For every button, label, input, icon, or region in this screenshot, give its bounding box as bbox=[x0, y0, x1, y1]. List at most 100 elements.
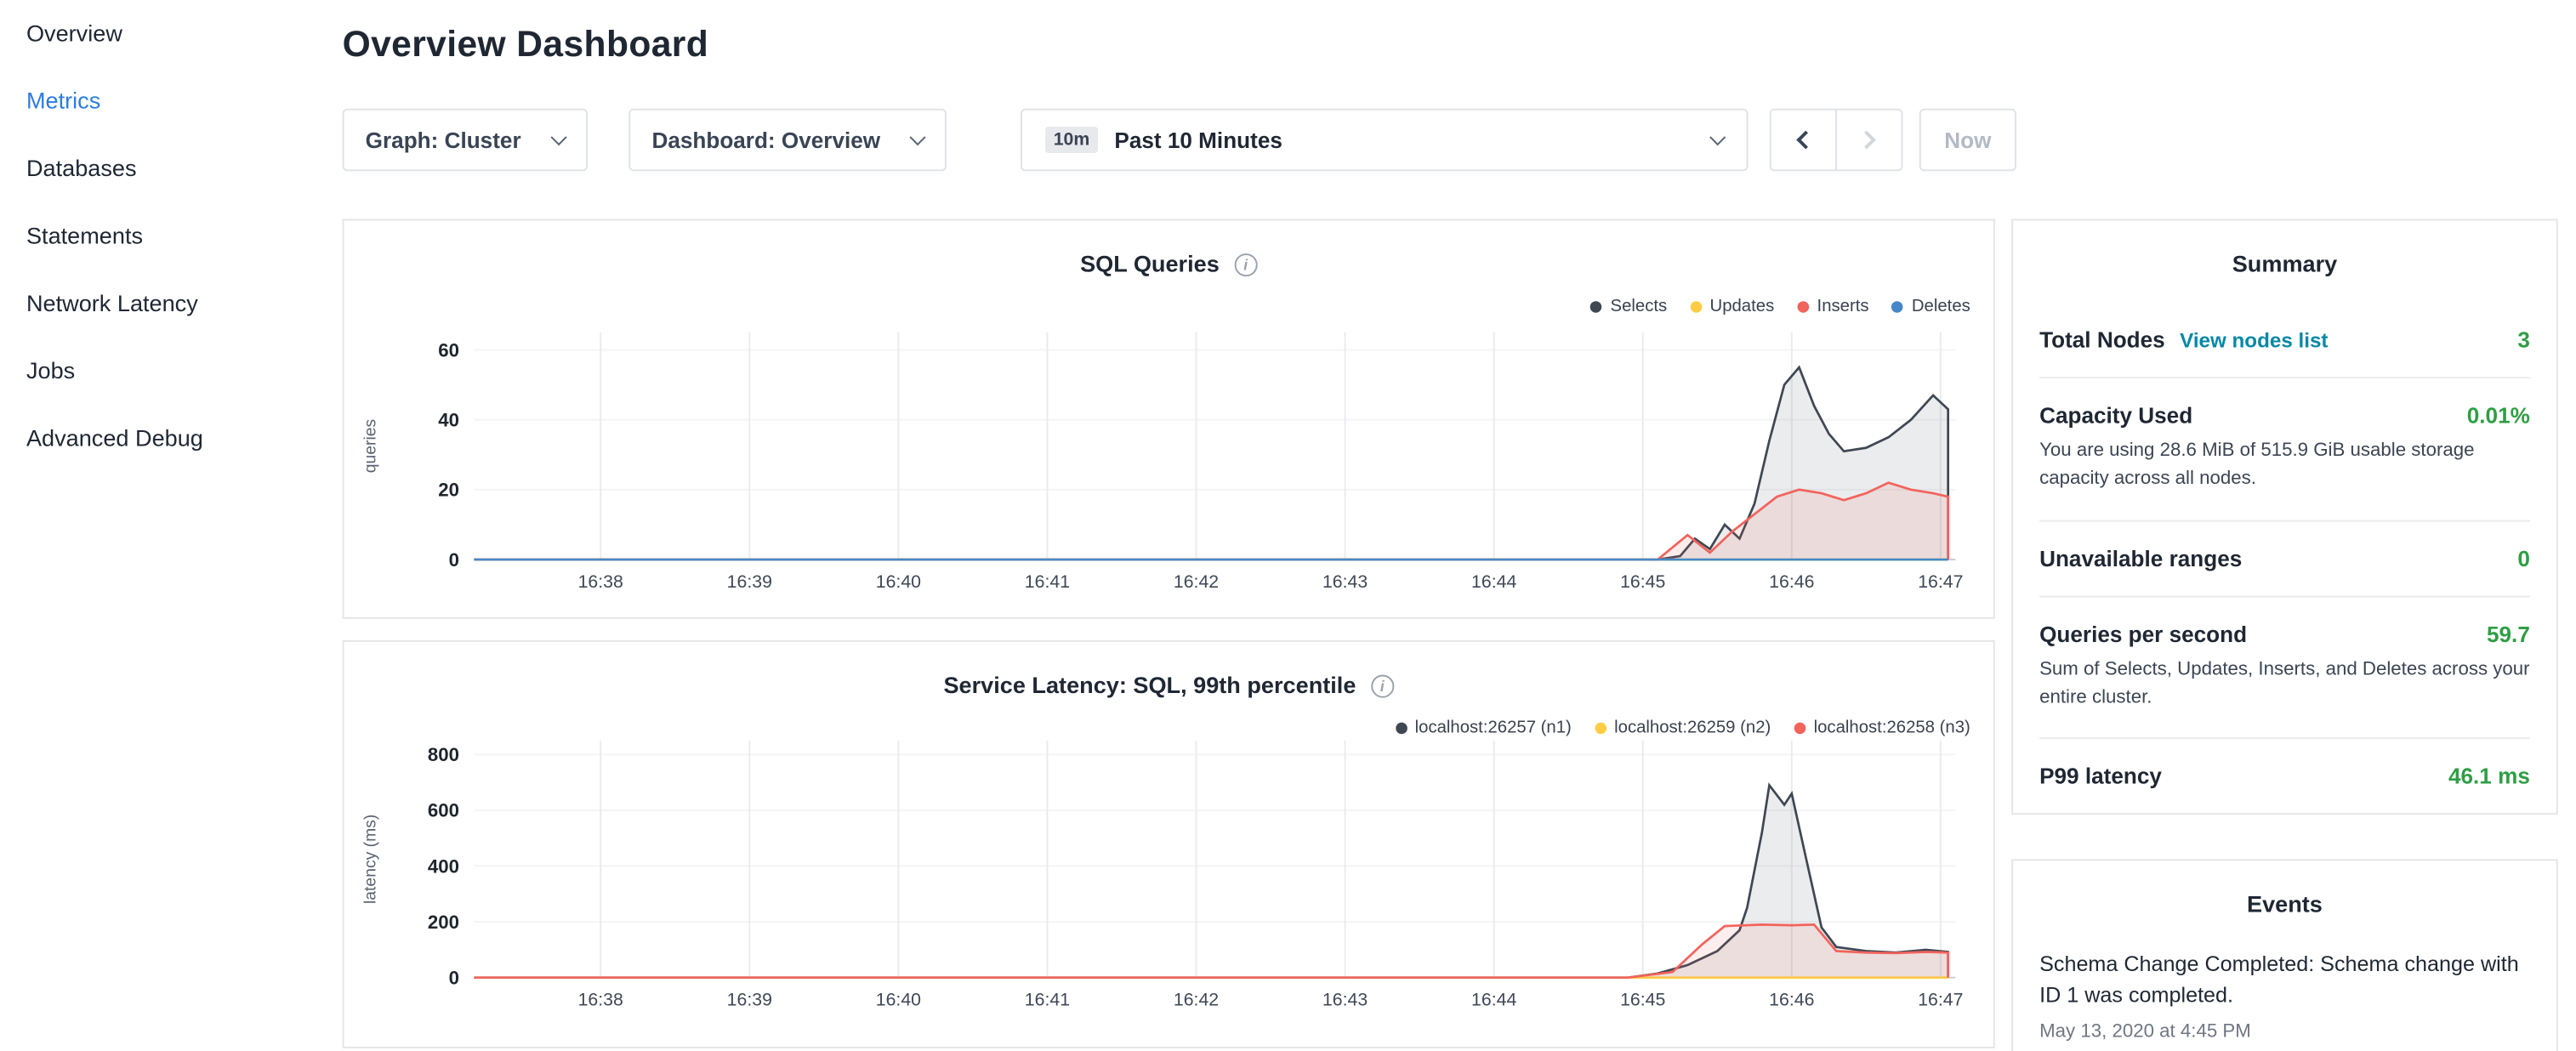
x-tick-label: 16:42 bbox=[1174, 571, 1219, 592]
y-tick-label: 800 bbox=[428, 744, 459, 765]
summary-value: 0 bbox=[2517, 546, 2530, 571]
time-range-prev-button[interactable] bbox=[1770, 109, 1837, 172]
summary-label: P99 latency bbox=[2039, 764, 2162, 788]
now-button[interactable]: Now bbox=[1919, 109, 2016, 172]
app-root: OverviewMetricsDatabasesStatementsNetwor… bbox=[0, 0, 2576, 1051]
legend-dot bbox=[1892, 300, 1904, 312]
y-tick-label: 600 bbox=[428, 800, 459, 821]
x-tick-label: 16:44 bbox=[1471, 571, 1516, 592]
legend-item[interactable]: Deletes bbox=[1892, 296, 1970, 315]
summary-row: Unavailable ranges0 bbox=[2039, 521, 2530, 597]
x-tick-label: 16:38 bbox=[578, 990, 623, 1010]
now-button-label: Now bbox=[1944, 128, 1991, 152]
summary-row-header: Capacity Used 0.01% bbox=[2039, 403, 2530, 428]
y-tick-label: 60 bbox=[438, 339, 459, 361]
page-title: Overview Dashboard bbox=[343, 23, 709, 65]
x-tick-label: 16:39 bbox=[727, 571, 772, 592]
legend-label: Selects bbox=[1611, 296, 1668, 315]
summary-row-header: Queries per second 59.7 bbox=[2039, 622, 2530, 646]
legend-label: Inserts bbox=[1817, 296, 1869, 315]
legend-dot bbox=[1797, 300, 1809, 312]
sidebar-item-jobs[interactable]: Jobs bbox=[0, 338, 319, 405]
summary-row-header: P99 latency 46.1 ms bbox=[2039, 764, 2530, 788]
summary-label: Queries per second bbox=[2039, 622, 2247, 646]
x-tick-label: 16:46 bbox=[1769, 990, 1814, 1010]
legend-item[interactable]: Inserts bbox=[1797, 296, 1868, 315]
sidebar-item-overview[interactable]: Overview bbox=[0, 0, 319, 67]
time-window-label: Past 10 Minutes bbox=[1114, 128, 1712, 152]
y-tick-label: 200 bbox=[428, 912, 459, 933]
summary-description: You are using 28.6 MiB of 515.9 GiB usab… bbox=[2039, 438, 2530, 495]
x-tick-label: 16:40 bbox=[876, 990, 921, 1010]
events-list: Schema Change Completed: Schema change w… bbox=[2039, 950, 2530, 1042]
info-icon[interactable] bbox=[1234, 253, 1257, 276]
x-tick-label: 16:41 bbox=[1025, 990, 1070, 1010]
legend-item[interactable]: Updates bbox=[1690, 296, 1774, 315]
summary-value: 0.01% bbox=[2467, 403, 2530, 428]
chevron-down-icon bbox=[909, 128, 925, 145]
y-tick-label: 0 bbox=[449, 967, 459, 988]
chevron-left-icon bbox=[1796, 131, 1815, 150]
chart-legend: Selects Updates Inserts Deletes bbox=[1590, 296, 1970, 315]
legend-item[interactable]: Selects bbox=[1590, 296, 1667, 315]
time-range-dropdown[interactable]: 10m Past 10 Minutes bbox=[1021, 109, 1748, 172]
dashboard-label: Dashboard: Overview bbox=[651, 128, 880, 152]
legend-label: Updates bbox=[1710, 296, 1775, 315]
event-item: Schema Change Completed: Schema change w… bbox=[2039, 950, 2530, 1042]
sidebar-item-databases[interactable]: Databases bbox=[0, 135, 319, 202]
summary-value: 3 bbox=[2517, 327, 2530, 352]
x-tick-label: 16:47 bbox=[1918, 990, 1963, 1010]
x-tick-label: 16:47 bbox=[1918, 571, 1963, 592]
legend-dot bbox=[1690, 300, 1702, 312]
graph-scope-dropdown[interactable]: Graph: Cluster bbox=[343, 109, 588, 172]
x-tick-label: 16:46 bbox=[1769, 571, 1814, 592]
chart-title: SQL Queries bbox=[1080, 250, 1220, 276]
chart-title-row: SQL Queries bbox=[344, 250, 1993, 280]
x-tick-label: 16:43 bbox=[1322, 571, 1368, 592]
summary-label: Capacity Used bbox=[2039, 403, 2192, 428]
x-tick-label: 16:38 bbox=[578, 571, 623, 592]
sidebar-nav: OverviewMetricsDatabasesStatementsNetwor… bbox=[0, 0, 319, 1051]
summary-value: 59.7 bbox=[2487, 622, 2530, 646]
summary-value: 46.1 ms bbox=[2448, 764, 2530, 788]
events-panel: Events Schema Change Completed: Schema c… bbox=[2011, 859, 2558, 1051]
info-icon[interactable] bbox=[1371, 675, 1394, 698]
summary-row: P99 latency 46.1 ms bbox=[2039, 739, 2530, 813]
sidebar-item-statements[interactable]: Statements bbox=[0, 202, 319, 270]
y-axis-label: latency (ms) bbox=[361, 815, 379, 904]
x-tick-label: 16:40 bbox=[876, 571, 921, 592]
summary-rows: Total Nodes View nodes list 3 Capacity Used… bbox=[2039, 303, 2530, 813]
service-latency-panel: Service Latency: SQL, 99th percentile lo… bbox=[343, 640, 1995, 1048]
chevron-right-icon bbox=[1857, 131, 1876, 150]
graph-scope-label: Graph: Cluster bbox=[366, 128, 521, 152]
chart-canvas[interactable]: 16:3816:3916:4016:4116:4216:4316:4416:45… bbox=[355, 319, 1982, 609]
y-tick-label: 20 bbox=[438, 480, 459, 501]
time-range-next-button[interactable] bbox=[1835, 109, 1902, 172]
summary-row-header: Total Nodes View nodes list 3 bbox=[2039, 327, 2530, 352]
summary-row-header: Unavailable ranges0 bbox=[2039, 546, 2530, 571]
legend-label: Deletes bbox=[1912, 296, 1970, 315]
event-timestamp: May 13, 2020 at 4:45 PM bbox=[2039, 1021, 2530, 1041]
service-latency-chart: 16:3816:3916:4016:4116:4216:4316:4416:45… bbox=[355, 727, 1982, 1035]
dashboard-dropdown[interactable]: Dashboard: Overview bbox=[628, 109, 947, 172]
y-axis-label: queries bbox=[361, 419, 379, 473]
x-tick-label: 16:42 bbox=[1174, 990, 1219, 1010]
summary-label: Total Nodes bbox=[2039, 327, 2165, 352]
summary-row: Capacity Used 0.01% You are using 28.6 MiB… bbox=[2039, 378, 2530, 520]
summary-row: Total Nodes View nodes list 3 bbox=[2039, 303, 2530, 378]
x-tick-label: 16:45 bbox=[1620, 990, 1665, 1010]
summary-panel: Summary Total Nodes View nodes list 3 Capac… bbox=[2011, 219, 2558, 815]
x-tick-label: 16:43 bbox=[1322, 990, 1368, 1010]
sql-queries-panel: SQL Queries Selects Updates Inserts Deletes… bbox=[343, 219, 1995, 618]
summary-description: Sum of Selects, Updates, Inserts, and De… bbox=[2039, 656, 2530, 713]
summary-title: Summary bbox=[2039, 220, 2530, 303]
sidebar-item-advanced-debug[interactable]: Advanced Debug bbox=[0, 405, 319, 472]
chevron-down-icon bbox=[1709, 128, 1726, 145]
sidebar-item-metrics[interactable]: Metrics bbox=[0, 67, 319, 134]
chevron-down-icon bbox=[551, 128, 567, 145]
view-nodes-list-link[interactable]: View nodes list bbox=[2180, 329, 2328, 352]
x-tick-label: 16:44 bbox=[1471, 990, 1516, 1010]
chart-canvas[interactable]: 16:3816:3916:4016:4116:4216:4316:4416:45… bbox=[355, 727, 1982, 1026]
sidebar-item-network-latency[interactable]: Network Latency bbox=[0, 270, 319, 337]
x-tick-label: 16:41 bbox=[1025, 571, 1070, 592]
